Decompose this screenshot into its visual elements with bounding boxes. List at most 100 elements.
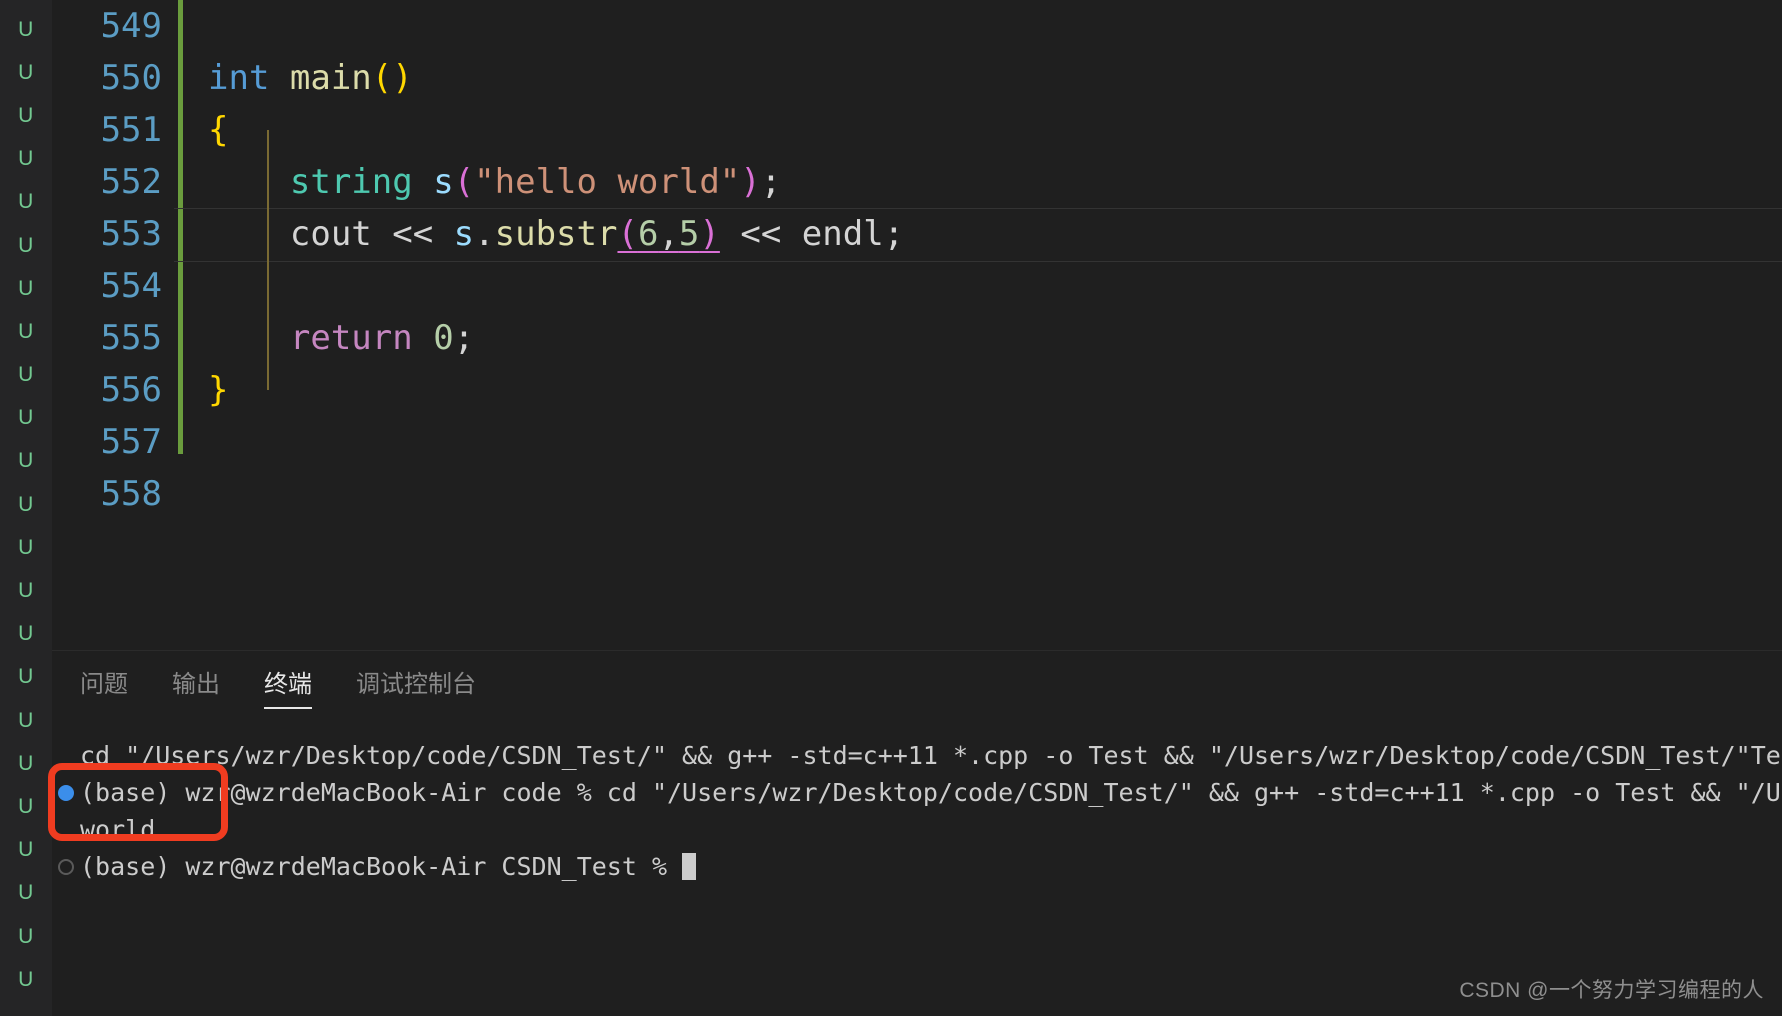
code-line[interactable]: 549 <box>52 0 1782 52</box>
scm-status-marker: U <box>18 103 34 127</box>
scm-status-marker: U <box>18 363 34 387</box>
command-decoration-idle-icon[interactable] <box>58 859 74 875</box>
source-control-status-gutter: MUUUUUUUUUUUUUUUUUUUUUUU <box>0 0 52 1016</box>
line-number: 558 <box>100 474 162 514</box>
panel-tab-0[interactable]: 问题 <box>80 664 128 709</box>
code-token: << <box>719 214 802 254</box>
scm-status-marker: U <box>18 535 34 559</box>
code-line-content: string s("hello world"); <box>174 156 1782 208</box>
code-line-content: cout << s.substr(6,5) << endl; <box>174 208 1782 262</box>
code-line[interactable]: 555 return 0; <box>52 312 1782 364</box>
code-line-content: return 0; <box>174 312 1782 364</box>
scm-status-marker: U <box>18 276 34 300</box>
code-editor[interactable]: 549 550 int main() 551{552 string s("hello … <box>52 0 1782 650</box>
code-token: . <box>474 214 495 254</box>
code-token: ; <box>883 214 905 254</box>
panel-tab-1[interactable]: 输出 <box>172 664 220 709</box>
bottom-panel: 问题 输出 终端 调试控制台 cd "/Users/wzr/Desktop/code/… <box>52 650 1782 1016</box>
scm-status-marker: U <box>18 665 34 689</box>
code-line-content: } <box>174 364 1782 416</box>
scm-status-marker: M <box>0 0 52 8</box>
code-token: int <box>208 58 290 98</box>
code-token: s <box>453 214 475 254</box>
scm-status-marker: U <box>18 622 34 646</box>
code-token: ( <box>617 214 638 254</box>
code-line[interactable]: 557 <box>52 416 1782 468</box>
code-token: main <box>289 58 372 98</box>
code-token: } <box>208 370 229 410</box>
scm-status-marker: U <box>18 406 34 430</box>
code-token: ; <box>453 318 475 358</box>
code-lines: 549 550 int main() 551{552 string s("hello … <box>52 0 1782 520</box>
line-number: 552 <box>100 162 162 202</box>
code-token: 6 <box>637 214 659 254</box>
code-token: s <box>433 162 454 202</box>
line-number: 554 <box>100 266 162 306</box>
scm-status-marker: U <box>18 708 34 732</box>
code-token: substr <box>494 214 618 254</box>
scm-status-marker: U <box>18 751 34 775</box>
code-token: 5 <box>678 214 700 254</box>
code-line[interactable]: 556} <box>52 364 1782 416</box>
scm-status-marker: U <box>18 967 34 991</box>
code-token: () <box>371 58 413 98</box>
line-number: 551 <box>100 110 162 150</box>
terminal-line-text: (base) wzr@wzrdeMacBook-Air CSDN_Test % <box>80 852 683 881</box>
scm-status-marker: U <box>18 233 34 257</box>
vscode-window: MUUUUUUUUUUUUUUUUUUUUUUU 549550int main(… <box>0 0 1782 1016</box>
terminal-line-text: cd "/Users/wzr/Desktop/code/CSDN_Test/" … <box>80 741 1782 770</box>
code-line[interactable]: 552 string s("hello world"); <box>52 156 1782 208</box>
code-line[interactable]: 553 cout << s.substr(6,5) << endl; <box>52 208 1782 262</box>
scm-status-marker: U <box>18 60 34 84</box>
line-number: 550 <box>100 58 162 98</box>
terminal-line-text: world <box>80 815 156 844</box>
code-token: , <box>658 214 679 254</box>
code-line[interactable]: 558 <box>52 468 1782 520</box>
terminal-line-text: (base) wzr@wzrdeMacBook-Air code % cd "/… <box>80 778 1782 807</box>
terminal-line: world <box>80 811 1782 848</box>
scm-status-marker: U <box>18 579 34 603</box>
scm-status-marker: U <box>18 147 34 171</box>
line-number: 556 <box>100 370 162 410</box>
scm-status-marker: U <box>18 924 34 948</box>
code-token: "hello world" <box>474 162 741 202</box>
scm-status-marker: U <box>18 881 34 905</box>
code-line-content: { <box>174 104 1782 156</box>
terminal-line: (base) wzr@wzrdeMacBook-Air CSDN_Test % <box>58 848 1782 885</box>
scm-status-marker: U <box>18 190 34 214</box>
code-token: string <box>289 162 413 202</box>
scm-status-marker: U <box>18 838 34 862</box>
scm-status-marker: U <box>18 319 34 343</box>
line-number: 549 <box>100 6 162 46</box>
line-number: 557 <box>100 422 162 462</box>
terminal-cursor <box>682 853 697 880</box>
scm-status-marker: U <box>18 17 34 41</box>
code-token: << <box>371 214 454 254</box>
code-token: ) <box>740 162 761 202</box>
terminal-output[interactable]: cd "/Users/wzr/Desktop/code/CSDN_Test/" … <box>52 709 1782 885</box>
line-number: 553 <box>100 214 162 254</box>
code-token: ( <box>453 162 475 202</box>
command-decoration-success-icon[interactable] <box>58 785 74 801</box>
panel-tab-3[interactable]: 调试控制台 <box>356 664 476 709</box>
code-token: 0 <box>433 318 454 358</box>
terminal-line: (base) wzr@wzrdeMacBook-Air code % cd "/… <box>58 774 1782 811</box>
code-line[interactable]: 551 { <box>52 104 1782 156</box>
panel-tab-list: 问题 输出 终端 调试控制台 <box>52 651 1782 709</box>
code-token: { <box>208 110 229 150</box>
scm-status-marker: U <box>18 492 34 516</box>
code-line[interactable]: 550 int main() <box>52 52 1782 104</box>
code-token: ) <box>699 214 720 254</box>
code-token: return <box>289 318 413 358</box>
scm-status-marker: U <box>18 449 34 473</box>
code-line-content: int main() <box>174 52 1782 104</box>
code-token: cout <box>289 214 372 254</box>
panel-tab-2[interactable]: 终端 <box>264 664 312 709</box>
scm-status-marker: U <box>18 794 34 818</box>
code-line[interactable]: 554 <box>52 260 1782 312</box>
